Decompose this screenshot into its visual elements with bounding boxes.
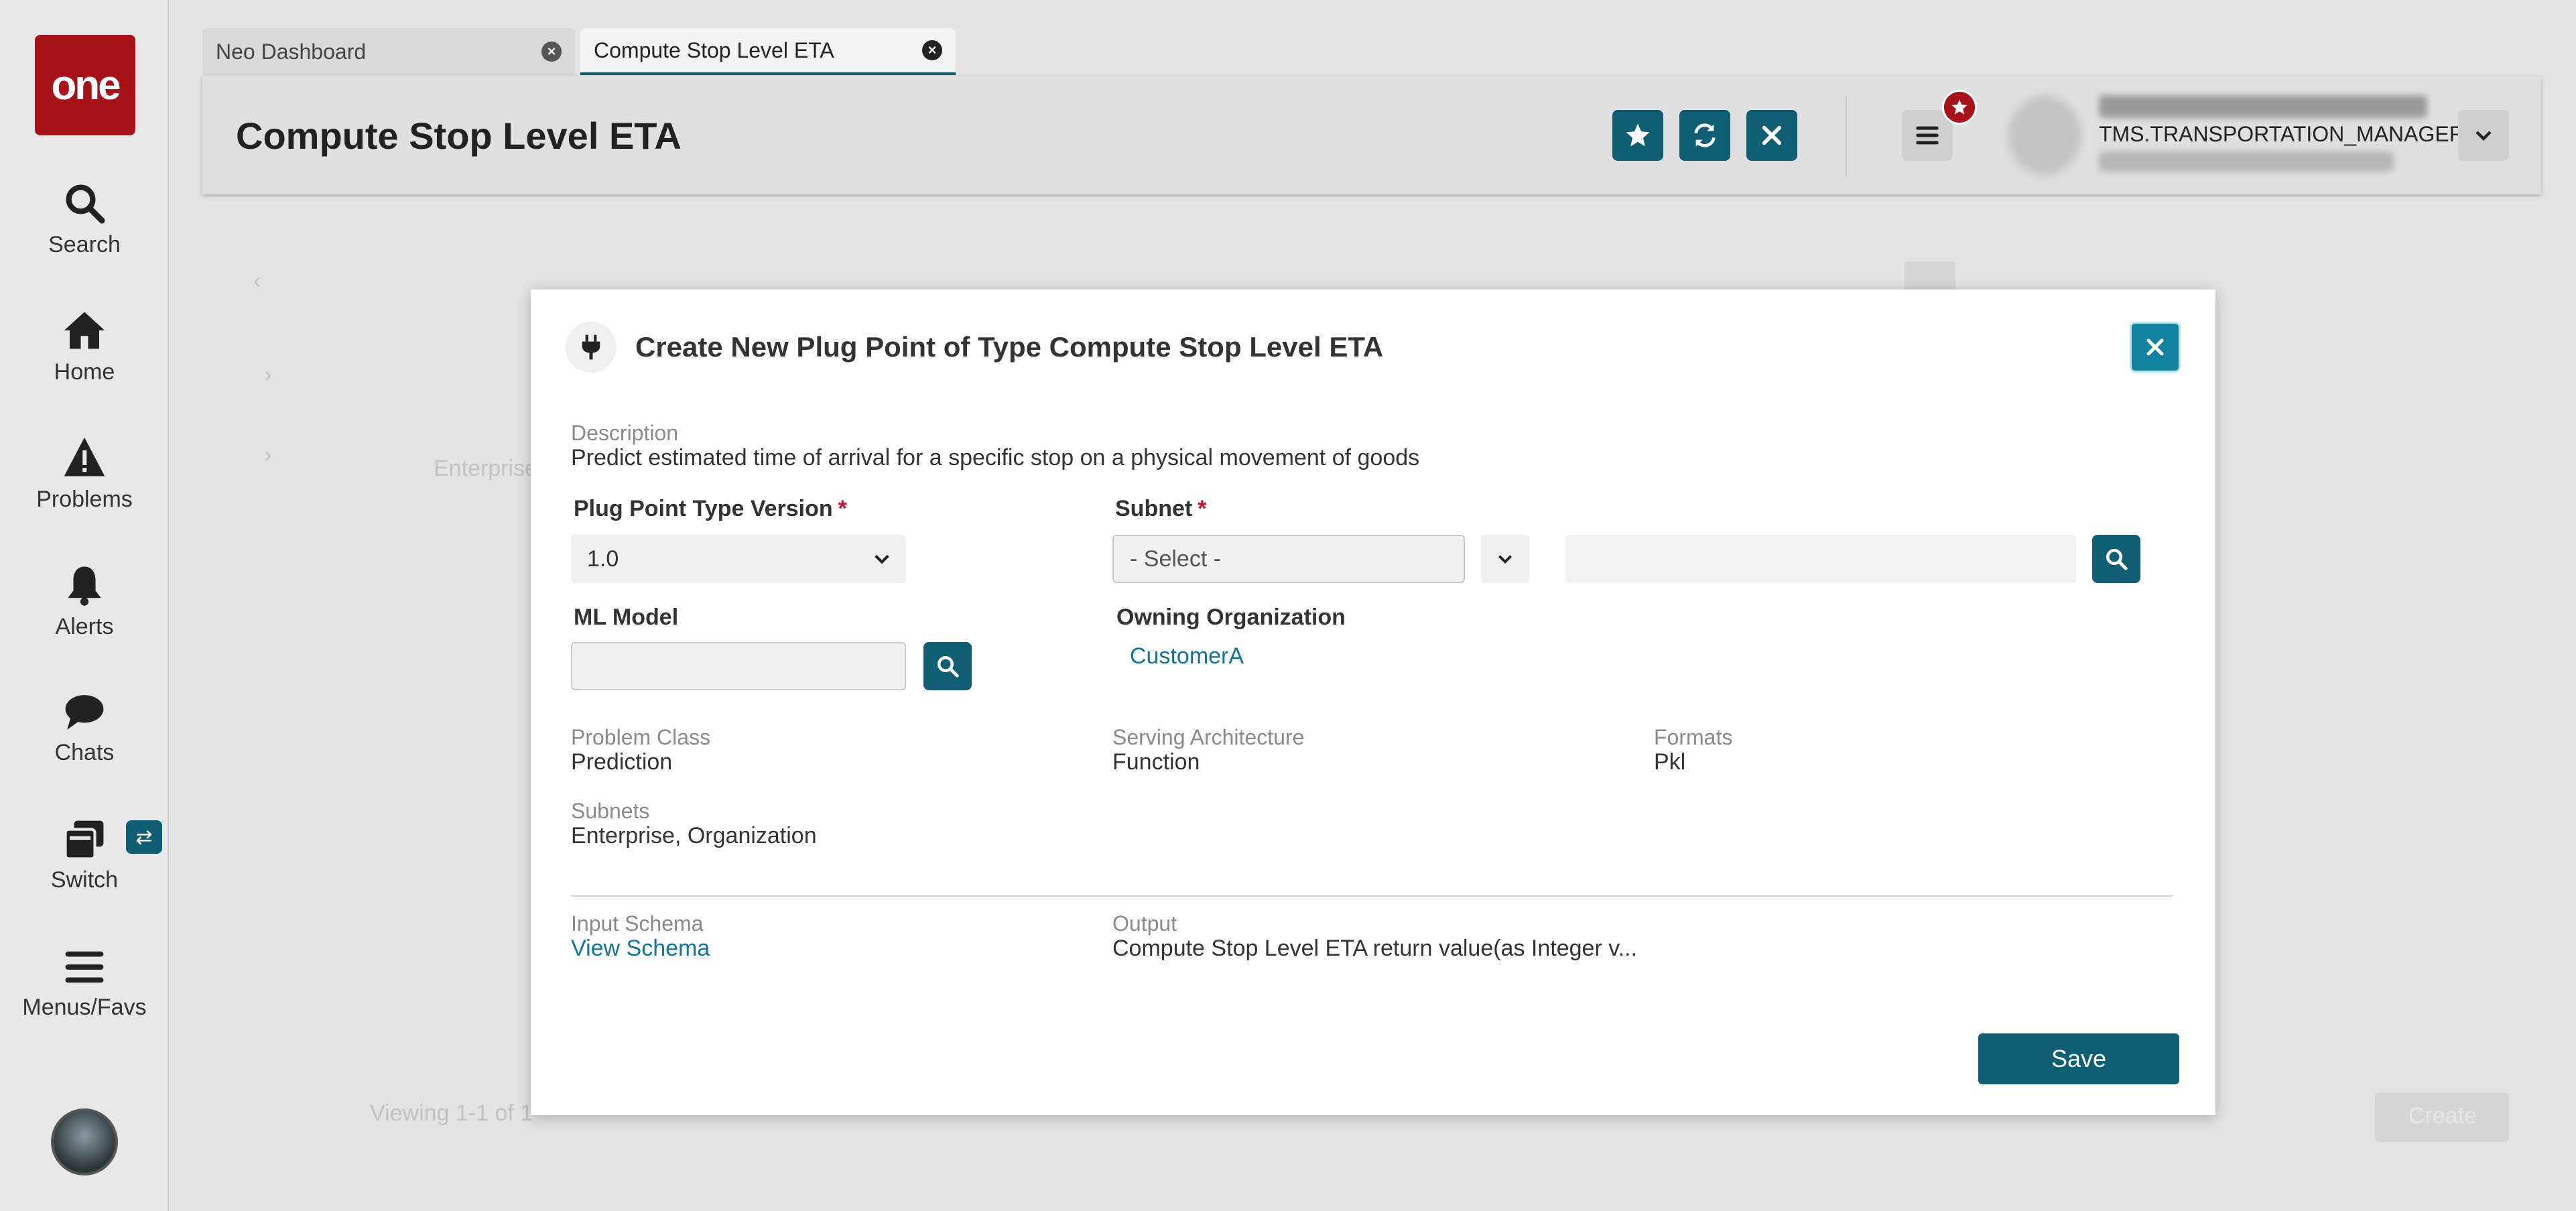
list-menu-icon (1916, 126, 1939, 145)
dialog-title: Create New Plug Point of Type Compute St… (635, 331, 1384, 363)
search-icon (2106, 549, 2128, 570)
close-tab-icon[interactable]: × (922, 40, 942, 60)
nav-menus-favs[interactable]: Menus/Favs (0, 946, 169, 1021)
description-text: Predict estimated time of arrival for a … (571, 445, 1420, 470)
nav-chats-label: Chats (54, 740, 115, 765)
owning-org-label: Owning Organization (1116, 604, 1346, 630)
nav-problems-label: Problems (36, 487, 133, 512)
formats-value: Pkl (1654, 749, 1686, 775)
problem-class-label: Problem Class (571, 725, 711, 749)
favorite-button[interactable] (1612, 110, 1663, 161)
problem-class-value: Prediction (571, 749, 673, 775)
nav-home-label: Home (54, 359, 115, 385)
formats-label: Formats (1654, 725, 1733, 749)
header-divider (1846, 97, 1847, 177)
version-label: Plug Point Type Version * (574, 496, 847, 521)
swap-arrows-icon[interactable]: ⇄ (126, 820, 162, 854)
nav-alerts[interactable]: Alerts (0, 563, 169, 640)
nav-home[interactable]: Home (0, 308, 169, 385)
close-icon (1762, 125, 1782, 145)
search-icon (938, 656, 959, 678)
warning-icon (64, 437, 105, 476)
input-schema-label: Input Schema (571, 911, 704, 936)
subnet-label: Subnet * (1115, 496, 1207, 521)
star-icon (1951, 99, 1968, 115)
user-org-redacted (2099, 151, 2394, 172)
bg-expand-icon: › (264, 442, 272, 468)
nav-menus-favs-label: Menus/Favs (22, 995, 147, 1020)
close-tab-icon[interactable]: × (541, 42, 562, 62)
user-avatar[interactable] (51, 1108, 118, 1175)
bg-chevron-left-icon: ‹ (253, 268, 261, 294)
chevron-down-icon (875, 554, 889, 564)
star-icon (1626, 123, 1650, 147)
switch-windows-icon (64, 820, 104, 861)
ml-model-search-button[interactable] (923, 642, 972, 690)
user-profile-picture[interactable] (2008, 95, 2081, 176)
tab-label: Neo Dashboard (216, 39, 367, 64)
home-icon (64, 312, 105, 349)
serving-architecture-value: Function (1112, 749, 1200, 775)
bg-toolbar-button (1905, 261, 1955, 292)
subnet-search-button[interactable] (2092, 535, 2140, 583)
create-plug-point-dialog: Create New Plug Point of Type Compute St… (531, 290, 2215, 1115)
version-value: 1.0 (587, 546, 619, 572)
tab-neo-dashboard[interactable]: Neo Dashboard × (202, 28, 575, 75)
nav-chats[interactable]: Chats (0, 692, 169, 766)
nav-search-label: Search (48, 232, 121, 257)
nav-search[interactable]: Search (0, 181, 169, 258)
close-icon (2146, 338, 2164, 356)
subnet-select[interactable]: - Select - (1112, 535, 1465, 583)
subnets-value: Enterprise, Organization (571, 823, 817, 848)
favorites-badge[interactable] (1942, 90, 1977, 125)
user-role: TMS.TRANSPORTATION_MANAGER (2099, 122, 2465, 146)
output-label: Output (1112, 911, 1177, 936)
ml-model-input[interactable] (571, 642, 906, 690)
serving-architecture-label: Serving Architecture (1112, 725, 1305, 749)
nav-problems[interactable]: Problems (0, 436, 169, 513)
description-label: Description (571, 421, 679, 445)
version-select[interactable]: 1.0 (571, 535, 906, 583)
dialog-close-button[interactable] (2130, 322, 2181, 373)
refresh-icon (1694, 123, 1716, 147)
chevron-down-icon (2475, 131, 2492, 141)
owning-org-link[interactable]: CustomerA (1130, 643, 1244, 670)
bg-viewing-text: Viewing 1-1 of 1 (370, 1100, 533, 1126)
refresh-button[interactable] (1679, 110, 1730, 161)
subnets-label: Subnets (571, 799, 650, 823)
plug-icon (566, 322, 617, 373)
chevron-down-icon (1498, 555, 1512, 564)
nav-switch[interactable]: ⇄ Switch (0, 819, 169, 893)
ml-model-label: ML Model (574, 604, 679, 630)
nav-switch-label: Switch (50, 867, 119, 893)
save-button[interactable]: Save (1978, 1033, 2179, 1084)
chat-icon (65, 695, 104, 730)
page-title: Compute Stop Level ETA (236, 115, 682, 157)
bg-row-text: Enterprise (434, 456, 537, 481)
bell-icon (68, 566, 101, 606)
subnet-dropdown-button[interactable] (1481, 535, 1529, 583)
view-schema-link[interactable]: View Schema (571, 936, 710, 962)
user-menu-dropdown[interactable] (2458, 110, 2509, 161)
subnet-search-input[interactable] (1565, 535, 2076, 583)
user-name-redacted (2099, 95, 2427, 118)
tab-compute-stop-level-eta[interactable]: Compute Stop Level ETA × (580, 28, 956, 75)
page-header: Compute Stop Level ETA TMS.TRANSPORTATIO… (202, 76, 2541, 194)
close-page-button[interactable] (1746, 110, 1797, 161)
hamburger-menu-icon (65, 951, 104, 983)
bg-expand-icon: › (264, 362, 272, 387)
section-divider (571, 895, 2173, 897)
tab-label: Compute Stop Level ETA (594, 38, 834, 62)
output-value: Compute Stop Level ETA return value(as I… (1112, 936, 1638, 961)
nav-alerts-label: Alerts (55, 614, 114, 639)
one-logo[interactable]: one (35, 35, 135, 135)
left-nav-rail: one Search Home Problems Alerts Chats ⇄ … (0, 0, 169, 1211)
bg-create-label: Create (2408, 1103, 2477, 1129)
search-icon (66, 184, 105, 224)
